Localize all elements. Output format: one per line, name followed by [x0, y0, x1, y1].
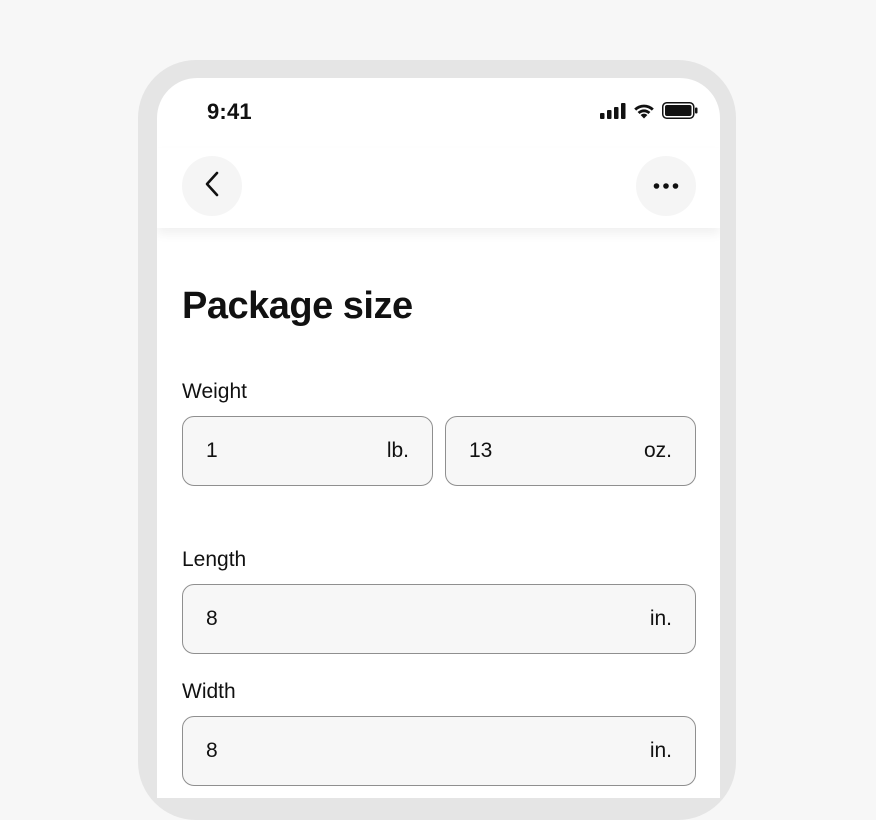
- battery-icon: [662, 102, 698, 124]
- more-options-button[interactable]: [636, 156, 696, 216]
- weight-label: Weight: [182, 380, 247, 403]
- width-unit: in.: [649, 739, 672, 762]
- phone-screen: 9:41 Package size Weight 1 lb. 13 oz. Le…: [157, 78, 720, 798]
- length-unit: in.: [649, 607, 672, 630]
- length-label: Length: [182, 548, 247, 571]
- status-icons: [600, 102, 698, 124]
- weight-pounds-unit: lb.: [386, 439, 409, 462]
- status-bar: 9:41: [157, 78, 720, 148]
- weight-ounces-value: 13: [469, 439, 493, 462]
- width-value: 8: [206, 739, 218, 762]
- width-label: Width: [182, 680, 236, 703]
- more-horizontal-icon: [653, 177, 679, 195]
- wifi-icon: [633, 103, 655, 124]
- back-button[interactable]: [182, 156, 242, 216]
- length-field[interactable]: 8 in.: [182, 584, 696, 654]
- chevron-left-icon: [202, 170, 222, 203]
- status-time: 9:41: [207, 99, 252, 124]
- cellular-signal-icon: [600, 102, 626, 124]
- weight-pounds-value: 1: [206, 439, 218, 462]
- length-value: 8: [206, 607, 218, 630]
- page-title: Package size: [182, 285, 413, 327]
- navigation-bar: [157, 148, 720, 228]
- weight-ounces-field[interactable]: 13 oz.: [445, 416, 696, 486]
- weight-ounces-unit: oz.: [643, 439, 672, 462]
- width-field[interactable]: 8 in.: [182, 716, 696, 786]
- weight-pounds-field[interactable]: 1 lb.: [182, 416, 433, 486]
